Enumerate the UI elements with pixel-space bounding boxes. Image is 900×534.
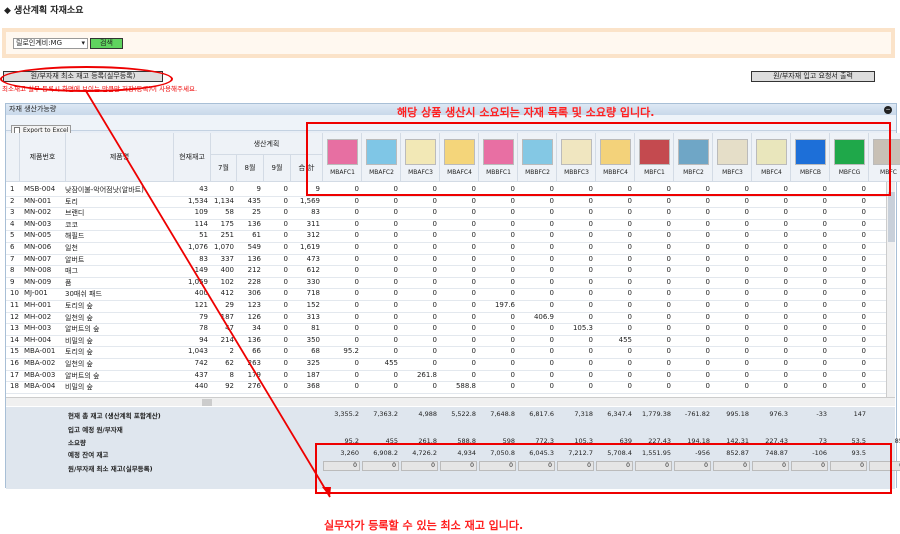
annotation-arrow bbox=[85, 90, 331, 498]
